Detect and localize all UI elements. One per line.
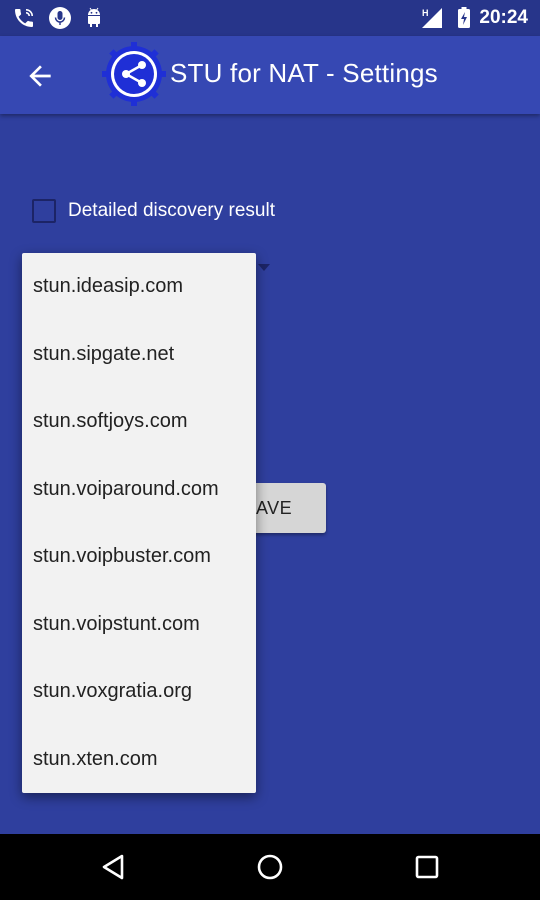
detailed-discovery-row[interactable]: Detailed discovery result [32,196,275,226]
signal-icon: H [422,8,442,28]
arrow-left-icon[interactable] [24,60,56,92]
page-title: STU for NAT - Settings [170,58,438,88]
dropdown-item[interactable]: stun.voipbuster.com [22,523,256,591]
mic-icon [49,7,71,29]
dropdown-item[interactable]: stun.voxgratia.org [22,658,256,726]
dropdown-item[interactable]: stun.voipstunt.com [22,591,256,659]
dropdown-item[interactable]: stun.voiparound.com [22,456,256,524]
dropdown-item[interactable]: stun.softjoys.com [22,388,256,456]
back-triangle-icon[interactable] [98,851,130,883]
status-bar: H 20:24 [0,0,540,36]
dropdown-item[interactable]: stun.xten.com [22,726,256,794]
dropdown-item[interactable]: stun.sipgate.net [22,321,256,389]
phone-wifi-icon [15,9,33,27]
app-bar: STU for NAT - Settings [0,36,540,114]
battery-charging-icon [458,7,470,28]
navigation-bar [0,834,540,900]
save-button-label: AVE [256,497,293,518]
home-circle-icon[interactable] [254,851,286,883]
detailed-discovery-checkbox[interactable] [32,199,56,223]
detailed-discovery-label: Detailed discovery result [68,200,275,221]
stun-server-dropdown: stun.ideasip.com stun.sipgate.net stun.s… [22,253,256,793]
status-time: 20:24 [479,7,528,28]
recents-square-icon[interactable] [411,851,443,883]
share-gear-icon [102,42,166,106]
android-icon [88,7,100,27]
dropdown-item[interactable]: stun.ideasip.com [22,253,256,321]
network-type-label: H [422,8,429,18]
spinner-dropdown-arrow-icon[interactable] [258,264,270,271]
